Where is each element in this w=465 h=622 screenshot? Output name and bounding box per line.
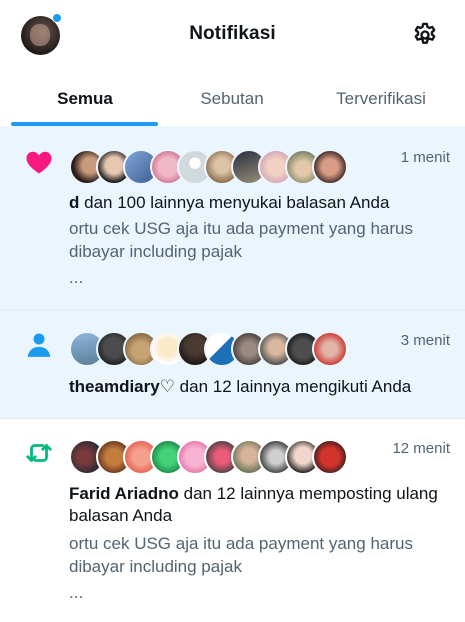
actor-name[interactable]: d: [69, 193, 79, 212]
action-text: dan 12 lainnya mengikuti Anda: [174, 377, 412, 396]
notification-follow[interactable]: 3 menit theamdiary♡ dan 12 lainnya mengi…: [0, 310, 465, 419]
header: Notifikasi: [0, 0, 465, 70]
actor-name[interactable]: Farid Ariadno: [69, 484, 179, 503]
notification-like[interactable]: 1 menit d dan 100 lainnya menyukai balas…: [0, 127, 465, 310]
post-preview: ortu cek USG aja itu ada payment yang ha…: [69, 219, 413, 261]
timestamp: 3 menit: [400, 332, 450, 349]
tab-bar: Semua Sebutan Terverifikasi: [0, 70, 465, 127]
notification-repost[interactable]: 12 menit Farid Ariadno dan 12 lainnya me…: [0, 419, 465, 622]
actor-name[interactable]: theamdiary♡: [69, 377, 175, 396]
preview-ellipsis: ...: [69, 268, 84, 287]
heart-icon: [26, 151, 52, 174]
page-title: Notifikasi: [189, 23, 276, 44]
avatar-row: [69, 331, 348, 367]
notification-text: Farid Ariadno dan 12 lainnya memposting …: [69, 483, 449, 527]
active-tab-indicator: [11, 122, 158, 126]
preview-ellipsis: ...: [69, 583, 84, 602]
avatar-row: [69, 149, 348, 185]
avatar-row: [69, 439, 348, 475]
tab-semua[interactable]: Semua: [10, 70, 160, 127]
repost-icon: [26, 444, 52, 462]
tab-sebutan[interactable]: Sebutan: [158, 70, 306, 127]
person-icon: [27, 333, 51, 357]
notification-text: d dan 100 lainnya menyukai balasan Anda: [69, 192, 449, 214]
tab-terverifikasi[interactable]: Terverifikasi: [306, 70, 456, 127]
timestamp: 1 menit: [400, 149, 450, 166]
notification-text: theamdiary♡ dan 12 lainnya mengikuti And…: [69, 376, 449, 398]
action-text: dan 100 lainnya menyukai balasan Anda: [79, 193, 390, 212]
unread-dot: [52, 13, 62, 23]
avatar[interactable]: [312, 149, 348, 185]
timestamp: 12 menit: [392, 440, 450, 457]
gear-icon[interactable]: [411, 21, 439, 49]
avatar[interactable]: [312, 439, 348, 475]
avatar[interactable]: [312, 331, 348, 367]
post-preview: ortu cek USG aja itu ada payment yang ha…: [69, 534, 413, 576]
